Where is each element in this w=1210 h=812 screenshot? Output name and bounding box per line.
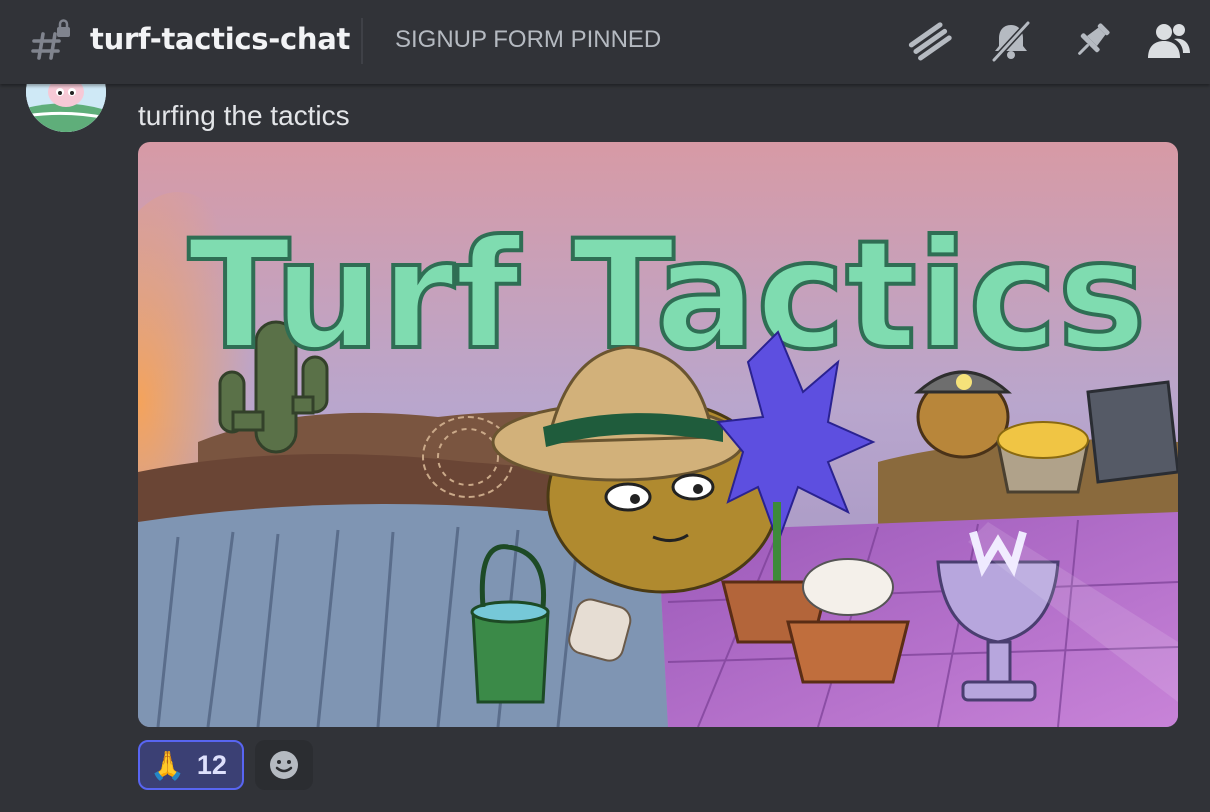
- channel-topic[interactable]: SIGNUP FORM PINNED: [395, 26, 661, 54]
- pinned-messages-icon[interactable]: [1067, 18, 1117, 64]
- channel-name: turf-tactics-chat: [90, 22, 351, 56]
- image-attachment[interactable]: Turf Tactics: [138, 142, 1178, 727]
- threads-icon[interactable]: [905, 18, 955, 64]
- member-list-icon[interactable]: [1144, 18, 1194, 64]
- reaction-emoji: 🙏: [150, 748, 185, 782]
- reaction-count: 12: [196, 749, 227, 780]
- reaction-pray[interactable]: 🙏 12: [138, 740, 244, 790]
- header-divider: [361, 18, 363, 64]
- message-content: turfing the tactics: [138, 100, 350, 131]
- add-reaction-button[interactable]: [255, 740, 313, 790]
- channel-header: turf-tactics-chat SIGNUP FORM PINNED: [0, 0, 1210, 84]
- hash-lock-icon: [30, 18, 74, 62]
- notifications-muted-icon[interactable]: [986, 18, 1036, 64]
- smiley-icon: [270, 751, 298, 779]
- turf-tactics-artwork: Turf Tactics: [138, 142, 1178, 727]
